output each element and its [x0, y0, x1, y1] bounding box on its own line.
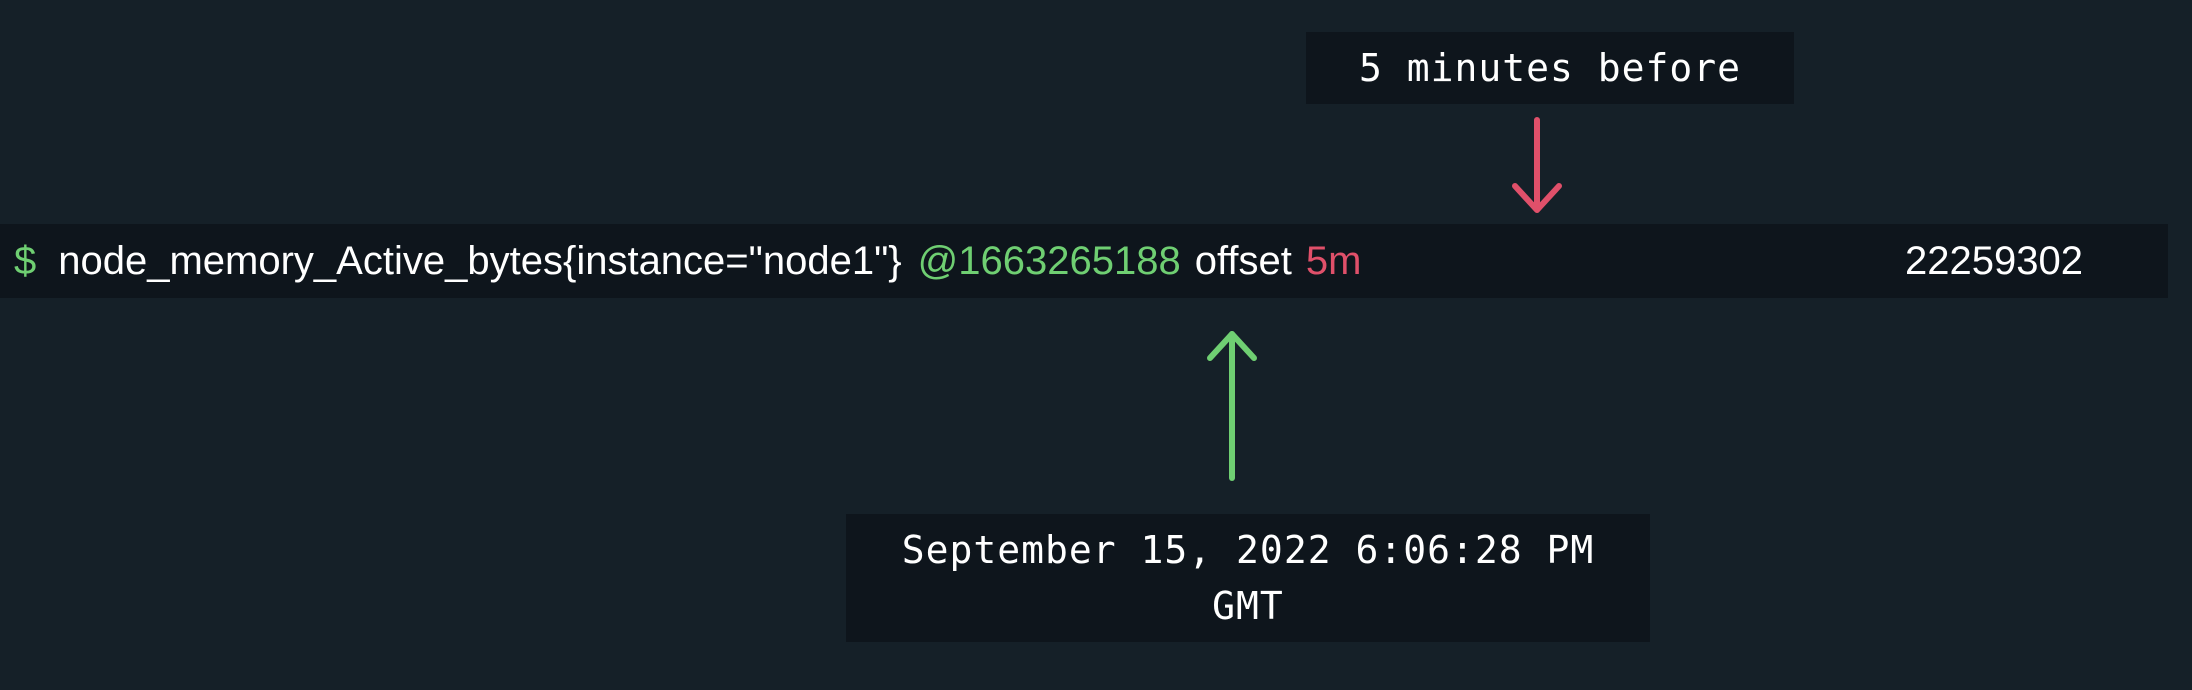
query-result-value: 22259302 — [1905, 238, 2083, 283]
timestamp-label-line1: September 15, 2022 6:06:28 PM — [901, 528, 1595, 572]
arrow-down-icon — [1512, 117, 1562, 213]
offset-duration: 5m — [1305, 238, 1362, 283]
offset-annotation-label: 5 minutes before — [1306, 32, 1794, 104]
arrow-up-icon — [1207, 331, 1257, 481]
offset-keyword: offset — [1194, 238, 1292, 283]
timestamp-label-line2: GMT — [1212, 584, 1284, 628]
command-line: $ node_memory_Active_bytes{instance="nod… — [0, 224, 2168, 298]
timestamp-annotation-label: September 15, 2022 6:06:28 PM GMT — [846, 514, 1650, 642]
prompt-symbol: $ — [14, 238, 37, 283]
query-expression: node_memory_Active_bytes{instance="node1… — [58, 238, 902, 283]
timestamp-modifier: @1663265188 — [917, 238, 1181, 283]
